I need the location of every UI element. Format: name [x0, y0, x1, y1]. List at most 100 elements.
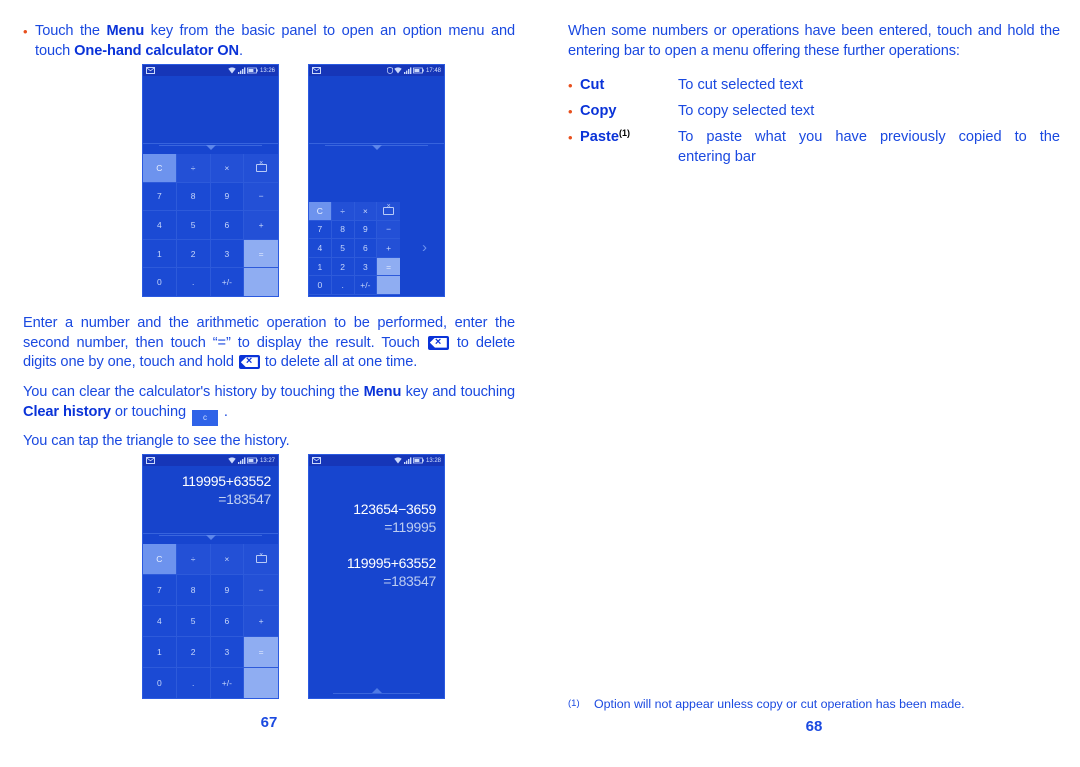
key-1[interactable]: 1 [309, 257, 332, 277]
key-2[interactable]: 2 [331, 257, 355, 277]
page-number-left: 67 [260, 714, 278, 731]
key-4[interactable]: 4 [309, 239, 332, 258]
key-3[interactable]: 3 [354, 257, 378, 277]
key-plus[interactable]: + [377, 239, 400, 258]
key-equals-extension[interactable] [377, 276, 400, 295]
key-dot[interactable]: . [331, 276, 355, 295]
key-0[interactable]: 0 [143, 668, 177, 698]
phone2-keypad[interactable]: C÷× 789− 456+123= 0.+/- [309, 202, 400, 295]
key-8[interactable]: 8 [176, 182, 211, 212]
key-minus[interactable]: − [377, 220, 400, 240]
key-delete[interactable] [377, 202, 400, 221]
key-equals[interactable]: = [244, 637, 278, 668]
clear-text-part4: . [219, 403, 228, 420]
key-dot[interactable]: . [176, 268, 211, 296]
phone3-display[interactable]: 119995+63552 =183547 [143, 466, 278, 534]
key-C[interactable]: C [143, 154, 177, 183]
phone-mockup-calculator-result: 13:27 119995+63552 =183547 C÷× 789− 456+12… [142, 454, 279, 699]
phone4-handle-line [333, 693, 420, 694]
key-delete[interactable] [244, 544, 278, 575]
key-1[interactable]: 1 [143, 637, 177, 668]
paragraph-clear-history: You can clear the calculator's history b… [23, 383, 515, 426]
operation-item-paste: • Paste (1) To paste what you have previo… [568, 128, 1060, 167]
operation-description-line1: To paste what you have previously copied… [678, 129, 1060, 146]
key-6[interactable]: 6 [210, 211, 245, 240]
key-times[interactable]: × [354, 202, 378, 221]
phone4-collapse-handle[interactable] [309, 686, 444, 698]
key-8[interactable]: 8 [331, 220, 355, 240]
key-8[interactable]: 8 [176, 575, 211, 606]
key-plus[interactable]: + [244, 606, 278, 637]
phone-mockup-onehand-calculator: 17:48 C÷× 789− 456+123= 0.+/- › [308, 64, 445, 297]
key-0[interactable]: 0 [143, 268, 177, 296]
key-plus--[interactable]: +/- [210, 668, 245, 698]
key-equals[interactable]: = [377, 257, 400, 277]
key-times[interactable]: × [210, 154, 245, 183]
operation-description: To copy selected text [678, 103, 815, 120]
key-minus[interactable]: − [244, 182, 278, 212]
key-equals-extension[interactable] [244, 668, 278, 698]
intro-seg-4: . [239, 42, 243, 59]
phone4-history-list[interactable]: 123654−3659 =119995 119995+63552 =183547 [309, 466, 444, 698]
operation-term-cut: • Cut [568, 76, 678, 96]
phone1-keypad[interactable]: C÷× 789− 456+123= 0.+/- [143, 154, 278, 296]
key-divide[interactable]: ÷ [176, 154, 211, 183]
key-0[interactable]: 0 [309, 276, 332, 295]
key-2[interactable]: 2 [176, 239, 211, 269]
phone2-display [309, 76, 444, 144]
key-equals[interactable]: = [244, 239, 278, 269]
key-5[interactable]: 5 [331, 239, 355, 258]
phone4-status-left [312, 457, 321, 464]
key-C[interactable]: C [309, 202, 332, 221]
key-C[interactable]: C [143, 544, 177, 575]
key-divide[interactable]: ÷ [176, 544, 211, 575]
clear-text-part2: key and touching [401, 384, 516, 400]
triangle-down-icon[interactable] [205, 535, 216, 540]
wifi-icon [228, 67, 237, 74]
key-5[interactable]: 5 [176, 211, 211, 240]
operation-label: Cut [580, 77, 605, 93]
key-equals-extension[interactable] [244, 268, 278, 296]
backspace-icon [255, 160, 267, 172]
key-minus[interactable]: − [244, 575, 278, 606]
phone-screenshots-top: 13:26 C÷×789−456+123=0.+/- [118, 64, 445, 302]
key-1[interactable]: 1 [143, 239, 177, 269]
key-7[interactable]: 7 [143, 575, 177, 606]
key-2[interactable]: 2 [176, 637, 211, 668]
phone3-history-handle[interactable] [143, 534, 278, 544]
key-plus--[interactable]: +/- [210, 268, 245, 296]
key-9[interactable]: 9 [210, 575, 245, 606]
key-9[interactable]: 9 [354, 220, 378, 240]
triangle-down-icon[interactable] [205, 145, 216, 150]
expand-arrow-icon[interactable]: › [422, 240, 427, 255]
key-delete[interactable] [244, 154, 278, 183]
phone3-keypad[interactable]: C÷× 789− 456+123= 0.+/- [143, 544, 278, 698]
key-9[interactable]: 9 [210, 182, 245, 212]
key-dot[interactable]: . [176, 668, 211, 698]
key-6[interactable]: 6 [354, 239, 378, 258]
backspace-icon [255, 552, 267, 563]
phone4-status-right: 13:28 [394, 457, 441, 465]
triangle-down-icon[interactable] [371, 145, 382, 150]
key-4[interactable]: 4 [143, 606, 177, 637]
intro-seg-menu: Menu [106, 23, 145, 39]
paragraph-tap-triangle: You can tap the triangle to see the hist… [23, 433, 290, 449]
history-entry[interactable]: 119995+63552 =183547 [309, 554, 444, 590]
signal-icon [237, 67, 246, 74]
history-entry[interactable]: 123654−3659 =119995 [309, 500, 444, 536]
key-7[interactable]: 7 [309, 220, 332, 240]
triangle-up-icon[interactable] [371, 688, 382, 693]
phone1-history-handle[interactable] [143, 144, 278, 154]
key-3[interactable]: 3 [210, 637, 245, 668]
key-4[interactable]: 4 [143, 211, 177, 240]
key-6[interactable]: 6 [210, 606, 245, 637]
key-plus[interactable]: + [244, 211, 278, 240]
key-times[interactable]: × [210, 544, 245, 575]
key-plus--[interactable]: +/- [354, 276, 378, 295]
key-3[interactable]: 3 [210, 239, 245, 269]
key-divide[interactable]: ÷ [331, 202, 355, 221]
key-5[interactable]: 5 [176, 606, 211, 637]
phone2-history-handle[interactable] [309, 144, 444, 154]
key-7[interactable]: 7 [143, 182, 177, 212]
page-number-right: 68 [805, 718, 823, 735]
